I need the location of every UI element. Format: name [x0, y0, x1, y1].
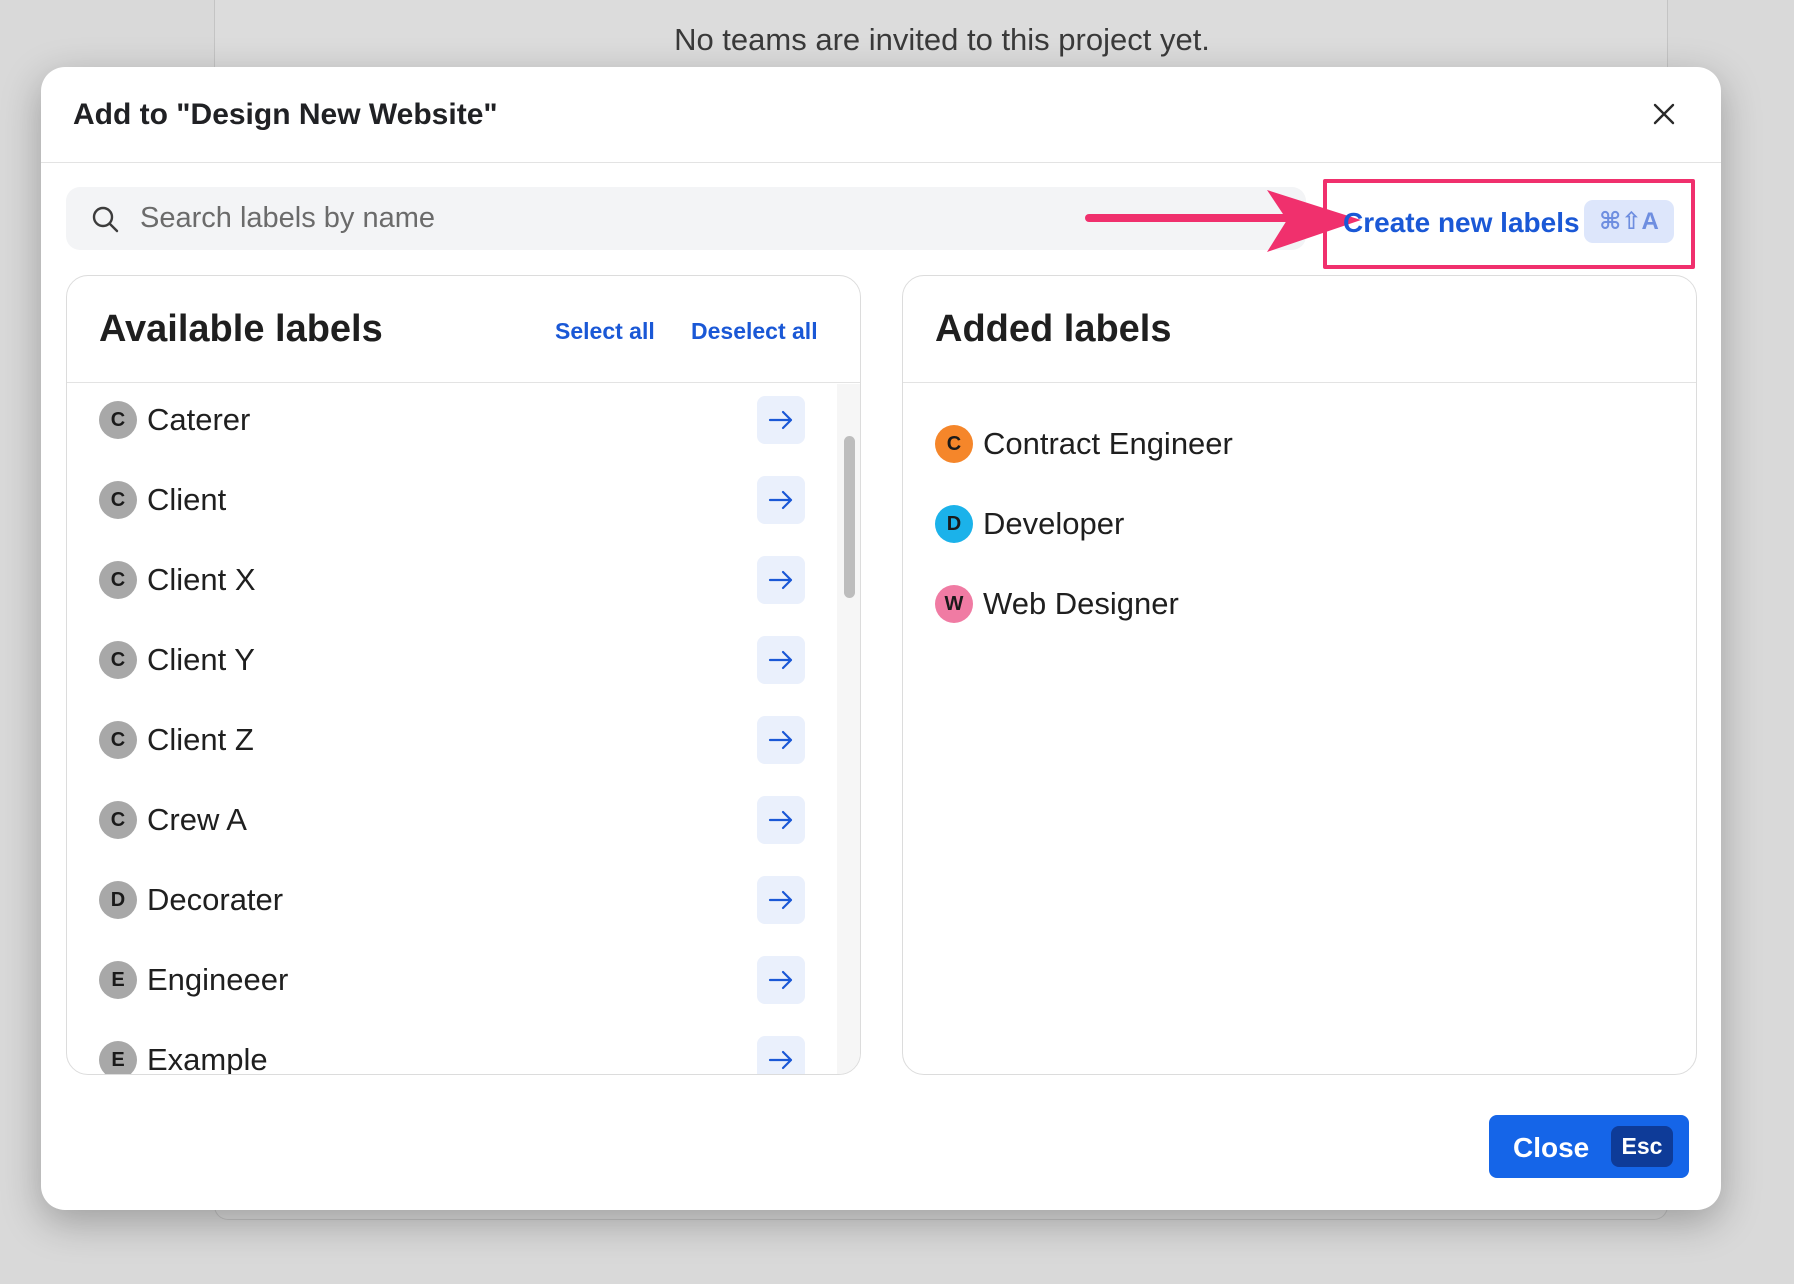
scrollbar[interactable]	[837, 384, 860, 1074]
add-label-button[interactable]	[757, 716, 805, 764]
avatar: C	[99, 401, 137, 439]
arrow-right-icon	[768, 730, 793, 750]
avatar: E	[99, 1041, 137, 1074]
added-labels-header: Added labels	[903, 276, 1696, 383]
avatar: W	[935, 585, 973, 623]
list-item[interactable]: C Contract Engineer	[903, 408, 1673, 488]
avatar: D	[935, 505, 973, 543]
modal-header: Add to "Design New Website"	[41, 67, 1721, 163]
label-name: Example	[147, 1042, 268, 1074]
label-name: Contract Engineer	[983, 426, 1233, 461]
add-label-button[interactable]	[757, 876, 805, 924]
added-labels-title: Added labels	[935, 308, 1172, 350]
label-name: Client	[147, 482, 227, 517]
add-label-button[interactable]	[757, 956, 805, 1004]
label-name: Caterer	[147, 402, 251, 437]
search-icon	[90, 204, 120, 234]
arrow-right-icon	[768, 650, 793, 670]
avatar: C	[935, 425, 973, 463]
create-shortcut-badge: ⌘⇧A	[1584, 200, 1674, 243]
scrollbar-thumb[interactable]	[844, 436, 855, 598]
list-item: C Crew A	[67, 784, 837, 864]
close-icon[interactable]	[1647, 97, 1681, 131]
esc-shortcut-badge: Esc	[1611, 1126, 1673, 1167]
arrow-right-icon	[768, 890, 793, 910]
add-label-button[interactable]	[757, 396, 805, 444]
create-new-labels-link[interactable]: Create new labels	[1343, 207, 1580, 239]
added-labels-panel: Added labels C Contract Engineer D Devel…	[902, 275, 1697, 1075]
list-item: E Example	[67, 1024, 837, 1074]
label-name: Client X	[147, 562, 256, 597]
added-labels-list: C Contract Engineer D Developer W Web De…	[903, 384, 1673, 1074]
list-item[interactable]: W Web Designer	[903, 568, 1673, 648]
add-labels-modal: Add to "Design New Website" Create new l…	[41, 67, 1721, 1210]
available-labels-list[interactable]: C Caterer C Client C Client X C Client Y…	[67, 384, 837, 1074]
deselect-all-link[interactable]: Deselect all	[691, 318, 818, 345]
label-name: Client Y	[147, 642, 255, 677]
add-label-button[interactable]	[757, 796, 805, 844]
list-item: C Client Y	[67, 624, 837, 704]
list-item: C Client	[67, 464, 837, 544]
avatar: C	[99, 481, 137, 519]
available-labels-panel: Available labels Select all Deselect all…	[66, 275, 861, 1075]
avatar: C	[99, 561, 137, 599]
add-label-button[interactable]	[757, 1036, 805, 1074]
arrow-right-icon	[768, 490, 793, 510]
list-item: C Client X	[67, 544, 837, 624]
select-all-link[interactable]: Select all	[555, 318, 655, 345]
arrow-right-icon	[768, 410, 793, 430]
search-input[interactable]	[140, 187, 1240, 250]
arrow-right-icon	[768, 970, 793, 990]
label-name: Decorater	[147, 882, 284, 917]
modal-title: Add to "Design New Website"	[73, 98, 498, 131]
arrow-right-icon	[768, 810, 793, 830]
avatar: D	[99, 881, 137, 919]
label-name: Client Z	[147, 722, 254, 757]
close-button[interactable]: Close Esc	[1489, 1115, 1689, 1178]
list-item: C Client Z	[67, 704, 837, 784]
add-label-button[interactable]	[757, 556, 805, 604]
avatar: E	[99, 961, 137, 999]
list-item: C Caterer	[67, 384, 837, 464]
arrow-right-icon	[768, 570, 793, 590]
available-labels-header: Available labels Select all Deselect all	[67, 276, 860, 383]
available-labels-title: Available labels	[99, 308, 383, 350]
label-name: Engineeer	[147, 962, 289, 997]
list-item[interactable]: D Developer	[903, 488, 1673, 568]
label-name: Crew A	[147, 802, 247, 837]
list-item: D Decorater	[67, 864, 837, 944]
avatar: C	[99, 801, 137, 839]
arrow-right-icon	[768, 1050, 793, 1070]
create-labels-highlight: Create new labels ⌘⇧A	[1323, 179, 1695, 269]
close-button-label: Close	[1513, 1132, 1590, 1163]
list-item: E Engineeer	[67, 944, 837, 1024]
add-label-button[interactable]	[757, 636, 805, 684]
no-teams-message: No teams are invited to this project yet…	[674, 22, 1210, 57]
label-name: Web Designer	[983, 586, 1179, 621]
avatar: C	[99, 641, 137, 679]
label-name: Developer	[983, 506, 1125, 541]
avatar: C	[99, 721, 137, 759]
add-label-button[interactable]	[757, 476, 805, 524]
